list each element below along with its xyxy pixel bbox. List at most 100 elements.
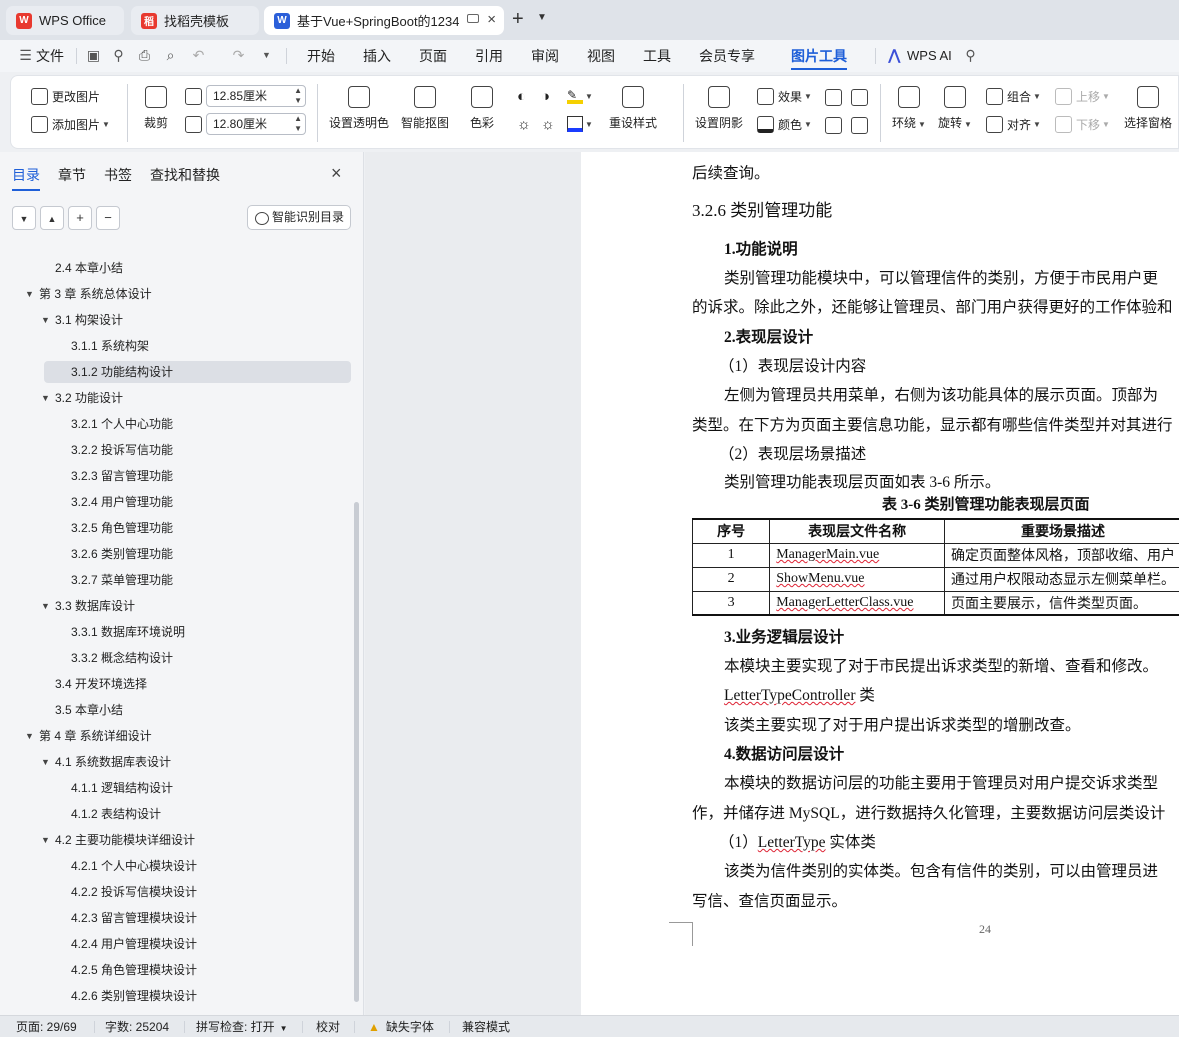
toc-item[interactable]: ▼ 第 4 章 系统详细设计 (0, 725, 340, 747)
brightness-up-icon[interactable]: ☼ (517, 116, 531, 133)
toc-item[interactable]: ▼ 4.1 系统数据库表设计 (0, 751, 340, 773)
brightness-icon[interactable]: ◐ (517, 88, 526, 105)
select-pane-button[interactable]: 选择窗格 (1124, 86, 1172, 131)
tab-document[interactable]: W 基于Vue+SpringBoot的1234 × (264, 6, 504, 35)
add-image-button[interactable]: 添加图片 ▼ (31, 116, 110, 133)
close-tab-icon[interactable]: × (487, 11, 496, 28)
layer-down-icon[interactable] (851, 117, 868, 134)
toc-item[interactable]: ▼ 3.2 功能设计 (0, 387, 340, 409)
menu-review[interactable]: 审阅 (531, 40, 559, 72)
tab-wps-office[interactable]: W WPS Office (6, 6, 124, 35)
menu-tools[interactable]: 工具 (643, 40, 671, 72)
highlight-color-button[interactable]: ✎ ▼ (567, 88, 593, 104)
bring-forward-icon[interactable] (825, 89, 842, 106)
compat-mode[interactable]: 兼容模式 (462, 1016, 510, 1037)
fill-color-button[interactable]: 颜色 ▼ (757, 116, 812, 133)
toc-item[interactable]: 4.2.6 类别管理模块设计 (0, 985, 340, 1007)
toc-item[interactable]: 3.2.6 类别管理功能 (0, 543, 340, 565)
align-button[interactable]: 对齐 ▼ (986, 116, 1041, 133)
toc-item[interactable]: 3.3.1 数据库环境说明 (0, 621, 340, 643)
expand-arrow-icon[interactable]: ▼ (25, 725, 34, 747)
toc-item[interactable]: 4.2.2 投诉写信模块设计 (0, 881, 340, 903)
missing-font[interactable]: ▲ 缺失字体 (368, 1016, 434, 1037)
layer-up-icon[interactable] (825, 117, 842, 134)
move-up-button[interactable]: 上移 ▼ (1055, 88, 1110, 105)
toc-item[interactable]: 3.1.1 系统构架 (0, 335, 340, 357)
menu-picture-tools[interactable]: 图片工具 (791, 40, 847, 72)
toc-item[interactable]: 4.2.1 个人中心模块设计 (0, 855, 340, 877)
toc-item[interactable]: 3.2.7 菜单管理功能 (0, 569, 340, 591)
spinner-icon[interactable]: ▲ ▼ (294, 86, 302, 106)
contrast-icon[interactable]: ◑ (541, 88, 550, 105)
spell-check[interactable]: 拼写检查: 打开 ▼ (196, 1016, 288, 1037)
nav-tab-find-replace[interactable]: 查找和替换 (150, 165, 220, 185)
height-input[interactable]: 12.85厘米 ▲ ▼ (206, 85, 306, 107)
toc-item[interactable]: 3.3.2 概念结构设计 (0, 647, 340, 669)
toc-item[interactable]: 3.5 本章小结 (0, 699, 340, 721)
menu-home[interactable]: 开始 (307, 40, 335, 72)
width-input[interactable]: 12.80厘米 ▲ ▼ (206, 113, 306, 135)
proofread[interactable]: 校对 (316, 1016, 340, 1037)
wps-ai-logo-icon[interactable]: ⋀ (888, 40, 901, 72)
expand-arrow-icon[interactable]: ▼ (41, 595, 50, 617)
new-tab-icon[interactable]: + (512, 8, 524, 31)
chevron-down-icon[interactable]: ▼ (537, 12, 547, 23)
toc-item[interactable]: 3.2.3 留言管理功能 (0, 465, 340, 487)
redo-icon[interactable]: ↷ (230, 47, 247, 64)
toc-item[interactable]: 4.2.3 留言管理模块设计 (0, 907, 340, 929)
toc-item[interactable]: 3.2.4 用户管理功能 (0, 491, 340, 513)
expand-down-button[interactable]: ▼ (12, 206, 36, 230)
toc-item[interactable]: 4.2.5 角色管理模块设计 (0, 959, 340, 981)
page-count[interactable]: 页面: 29/69 (16, 1016, 77, 1037)
effect-button[interactable]: 效果 ▼ (757, 88, 812, 105)
set-transparent-button[interactable]: 设置透明色 (329, 86, 389, 131)
move-down-button[interactable]: 下移 ▼ (1055, 116, 1110, 133)
toc-item[interactable]: ▼ 3.1 构架设计 (0, 309, 340, 331)
collapse-up-button[interactable]: ▲ (40, 206, 64, 230)
scrollbar[interactable] (354, 502, 359, 1002)
menu-view[interactable]: 视图 (587, 40, 615, 72)
brightness-down-icon[interactable]: ☼ (541, 116, 555, 133)
menu-references[interactable]: 引用 (475, 40, 503, 72)
send-backward-icon[interactable] (851, 89, 868, 106)
menu-page[interactable]: 页面 (419, 40, 447, 72)
set-shadow-button[interactable]: 设置阴影 (695, 86, 743, 131)
toc-item[interactable]: 2.4 本章小结 (0, 257, 340, 279)
hamburger-menu-icon[interactable]: ☰ (17, 47, 34, 64)
smart-toc-button[interactable]: 智能识别目录 (247, 205, 351, 230)
reset-style-button[interactable]: 重设样式 (609, 86, 657, 131)
close-icon[interactable]: × (331, 163, 342, 184)
toc-item[interactable]: ▼ 3.3 数据库设计 (0, 595, 340, 617)
expand-arrow-icon[interactable]: ▼ (41, 309, 50, 331)
toc-item[interactable]: 3.2.2 投诉写信功能 (0, 439, 340, 461)
toc-item[interactable]: ▼ 第 3 章 系统总体设计 (0, 283, 340, 305)
chevron-down-icon[interactable]: ▼ (258, 47, 275, 64)
menu-wps-ai[interactable]: WPS AI (907, 40, 952, 72)
toc-item[interactable]: 4.1.1 逻辑结构设计 (0, 777, 340, 799)
nav-tab-chapters[interactable]: 章节 (58, 165, 86, 185)
nav-tab-bookmarks[interactable]: 书签 (104, 165, 132, 185)
smart-cutout-button[interactable]: 智能抠图 (401, 86, 449, 131)
print-icon[interactable]: ⎙ (136, 47, 153, 64)
expand-arrow-icon[interactable]: ▼ (25, 283, 34, 305)
border-color-button[interactable]: ▼ (567, 116, 593, 132)
toc-item[interactable]: 3.2.5 角色管理功能 (0, 517, 340, 539)
expand-arrow-icon[interactable]: ▼ (41, 751, 50, 773)
save-icon[interactable]: ▣ (85, 47, 102, 64)
toc-item[interactable]: 3.1.2 功能结构设计 (44, 361, 351, 383)
remove-heading-button[interactable]: − (96, 206, 120, 230)
toc-item[interactable]: 4.1.2 表结构设计 (0, 803, 340, 825)
menu-insert[interactable]: 插入 (363, 40, 391, 72)
print-preview-icon[interactable]: ⌕ (162, 47, 179, 64)
add-heading-button[interactable]: + (68, 206, 92, 230)
spinner-icon[interactable]: ▲ ▼ (294, 114, 302, 134)
undo-icon[interactable]: ↶ (190, 47, 207, 64)
toc-item[interactable]: 3.2.1 个人中心功能 (0, 413, 340, 435)
group-button[interactable]: 组合 ▼ (986, 88, 1041, 105)
toc-item[interactable]: 4.2.4 用户管理模块设计 (0, 933, 340, 955)
color-button[interactable]: 色彩 (470, 86, 494, 131)
wrap-button[interactable]: 环绕 ▼ (892, 86, 926, 131)
toc-item[interactable]: ▼ 4.2 主要功能模块详细设计 (0, 829, 340, 851)
nav-tab-toc[interactable]: 目录 (12, 165, 40, 191)
toc-item[interactable]: 3.4 开发环境选择 (0, 673, 340, 695)
